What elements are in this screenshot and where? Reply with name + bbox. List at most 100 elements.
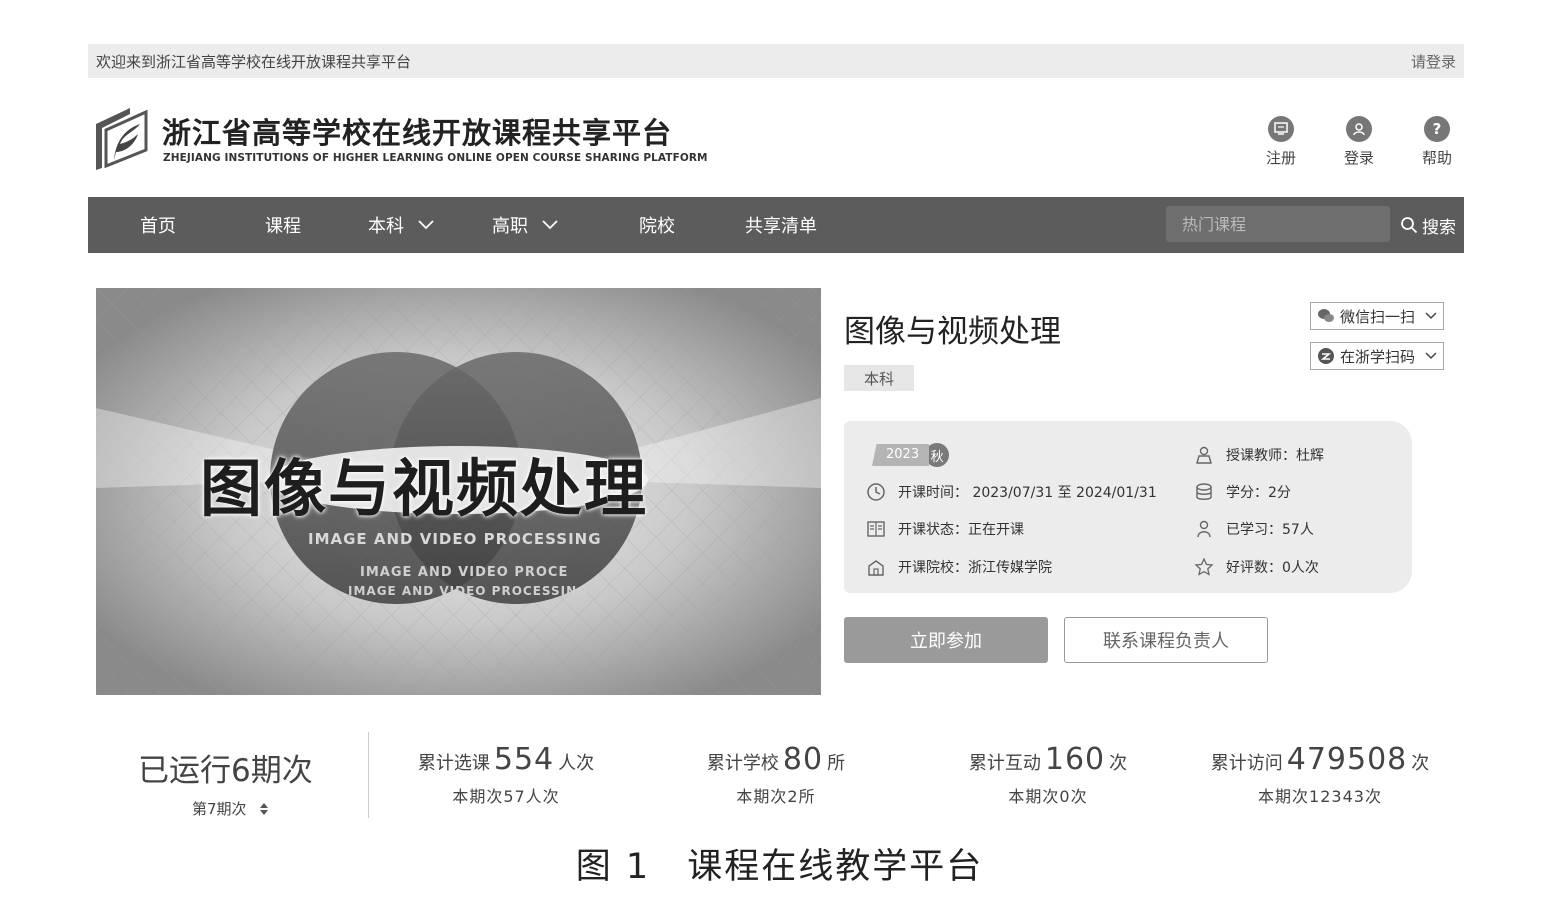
person-icon	[1197, 520, 1211, 538]
stats-divider	[368, 732, 369, 818]
site-header: 浙江省高等学校在线开放课程共享平台 ZHEJIANG INSTITUTIONS …	[88, 96, 1464, 186]
stat-interactions: 累计互动 160 次 本期次0次	[962, 742, 1134, 807]
clock-icon	[867, 483, 885, 501]
stat-unit: 次	[1411, 753, 1430, 774]
course-status-text: 开课状态：正在开课	[898, 522, 1024, 538]
welcome-text: 欢迎来到浙江省高等学校在线开放课程共享平台	[96, 52, 412, 71]
banner-subtitle-1: IMAGE AND VIDEO PROCESSING	[308, 530, 602, 548]
figure-caption: 图 1 课程在线教学平台	[575, 847, 984, 887]
course-school: 开课院校：浙江传媒学院	[866, 557, 1052, 577]
database-icon	[1196, 483, 1212, 500]
nav-vocational-label: 高职	[492, 216, 528, 237]
login-action[interactable]: 登录	[1338, 116, 1380, 168]
zjx-scan-dropdown[interactable]: 在浙学扫码	[1310, 342, 1444, 370]
course-reviews: 好评数：0人次	[1194, 557, 1319, 577]
nav-courses[interactable]: 课程	[265, 197, 301, 253]
stat-period-value: 本期次2所	[736, 787, 816, 806]
term-tag: 2023 秋	[872, 443, 950, 467]
stat-unit: 次	[1109, 753, 1128, 774]
main-nav: 首页 课程 本科 高职 院校 共享清单 搜索	[88, 197, 1464, 253]
course-learners-text: 已学习：57人	[1226, 522, 1314, 538]
top-bar: 欢迎来到浙江省高等学校在线开放课程共享平台 请登录	[88, 44, 1464, 78]
period-label: 第7期次	[192, 800, 247, 818]
chevron-down-icon	[1425, 352, 1437, 360]
header-actions: 注册 登录 ? 帮助	[1260, 116, 1458, 168]
banner-subtitle-2: IMAGE AND VIDEO PROCE	[360, 565, 569, 580]
course-credit-text: 学分：2分	[1226, 485, 1291, 501]
runs-total: 已运行6期次	[138, 753, 313, 789]
platform-title: 浙江省高等学校在线开放课程共享平台	[162, 116, 673, 150]
stat-label: 累计访问	[1210, 753, 1283, 774]
course-status: 开课状态：正在开课	[866, 519, 1024, 539]
search-input[interactable]	[1166, 206, 1390, 242]
star-icon	[1194, 557, 1214, 576]
join-button[interactable]: 立即参加	[844, 617, 1048, 663]
term-year: 2023	[872, 444, 930, 466]
period-selector[interactable]: 第7期次	[192, 798, 269, 819]
stat-period-value: 本期次0次	[1008, 787, 1088, 806]
stat-enrollments: 累计选课 554 人次 本期次57人次	[414, 742, 598, 807]
stat-visits: 累计访问 479508 次 本期次12343次	[1200, 742, 1440, 807]
course-time: 开课时间： 2023/07/31 至 2024/01/31	[866, 482, 1157, 502]
contact-owner-button[interactable]: 联系课程负责人	[1064, 617, 1268, 663]
help-icon: ?	[1424, 116, 1450, 142]
building-icon	[868, 560, 884, 576]
chevron-down-icon	[1425, 312, 1437, 320]
course-reviews-text: 好评数：0人次	[1226, 560, 1319, 576]
nav-home[interactable]: 首页	[140, 197, 176, 253]
teacher-icon	[1196, 446, 1212, 464]
nav-home-label: 首页	[140, 216, 176, 237]
register-action[interactable]: 注册	[1260, 116, 1302, 168]
search-icon	[1401, 217, 1418, 234]
banner-title: 图像与视频处理	[200, 452, 649, 525]
stat-value: 160	[1044, 742, 1106, 777]
stat-label: 累计学校	[706, 753, 779, 774]
course-info-panel: 2023 秋 开课时间： 2023/07/31 至 2024/01/31 开课状…	[844, 421, 1412, 593]
help-label: 帮助	[1421, 149, 1452, 167]
stat-label: 累计互动	[968, 753, 1041, 774]
register-icon	[1268, 116, 1294, 142]
search-button[interactable]: 搜索	[1400, 197, 1456, 253]
course-school-text: 开课院校：浙江传媒学院	[898, 560, 1052, 576]
stat-unit: 所	[827, 753, 846, 774]
course-credit: 学分：2分	[1194, 482, 1291, 502]
course-title: 图像与视频处理	[844, 314, 1061, 350]
platform-logo-icon	[96, 108, 148, 170]
wechat-icon	[1318, 309, 1334, 322]
course-teacher-text: 授课教师：杜辉	[1226, 448, 1324, 464]
chevron-down-icon	[418, 220, 434, 230]
stat-label: 累计选课	[417, 753, 490, 774]
stat-value: 479508	[1286, 742, 1408, 777]
stat-period-value: 本期次12343次	[1258, 787, 1382, 806]
sort-icon	[259, 802, 268, 815]
login-link[interactable]: 请登录	[1411, 51, 1456, 72]
nav-vocational[interactable]: 高职	[492, 197, 558, 253]
register-label: 注册	[1265, 149, 1296, 167]
nav-undergrad[interactable]: 本科	[368, 197, 434, 253]
stat-schools: 累计学校 80 所 本期次2所	[700, 742, 852, 807]
login-label: 登录	[1343, 149, 1374, 167]
help-action[interactable]: ? 帮助	[1416, 116, 1458, 168]
banner-subtitle-3: IMAGE AND VIDEO PROCESSING	[348, 584, 589, 598]
book-icon	[867, 521, 885, 537]
nav-schools[interactable]: 院校	[639, 197, 675, 253]
zjx-app-icon	[1318, 348, 1334, 364]
nav-share-list-label: 共享清单	[745, 216, 817, 237]
nav-share-list[interactable]: 共享清单	[745, 197, 817, 253]
wechat-scan-dropdown[interactable]: 微信扫一扫	[1310, 302, 1444, 330]
nav-schools-label: 院校	[639, 216, 675, 237]
course-banner[interactable]: 图像与视频处理 IMAGE AND VIDEO PROCESSING IMAGE…	[96, 288, 821, 695]
platform-subtitle: ZHEJIANG INSTITUTIONS OF HIGHER LEARNING…	[163, 152, 708, 164]
wechat-scan-label: 微信扫一扫	[1340, 307, 1416, 326]
chevron-down-icon	[542, 220, 558, 230]
stat-unit: 人次	[558, 753, 595, 774]
stat-period-value: 本期次57人次	[452, 787, 560, 806]
user-icon	[1346, 116, 1372, 142]
course-time-text: 开课时间： 2023/07/31 至 2024/01/31	[898, 485, 1157, 501]
stat-value: 80	[782, 742, 824, 777]
search-button-label: 搜索	[1422, 217, 1456, 238]
nav-courses-label: 课程	[265, 216, 301, 237]
course-learners: 已学习：57人	[1194, 519, 1314, 539]
stat-value: 554	[493, 742, 555, 777]
course-teacher: 授课教师：杜辉	[1194, 445, 1324, 465]
